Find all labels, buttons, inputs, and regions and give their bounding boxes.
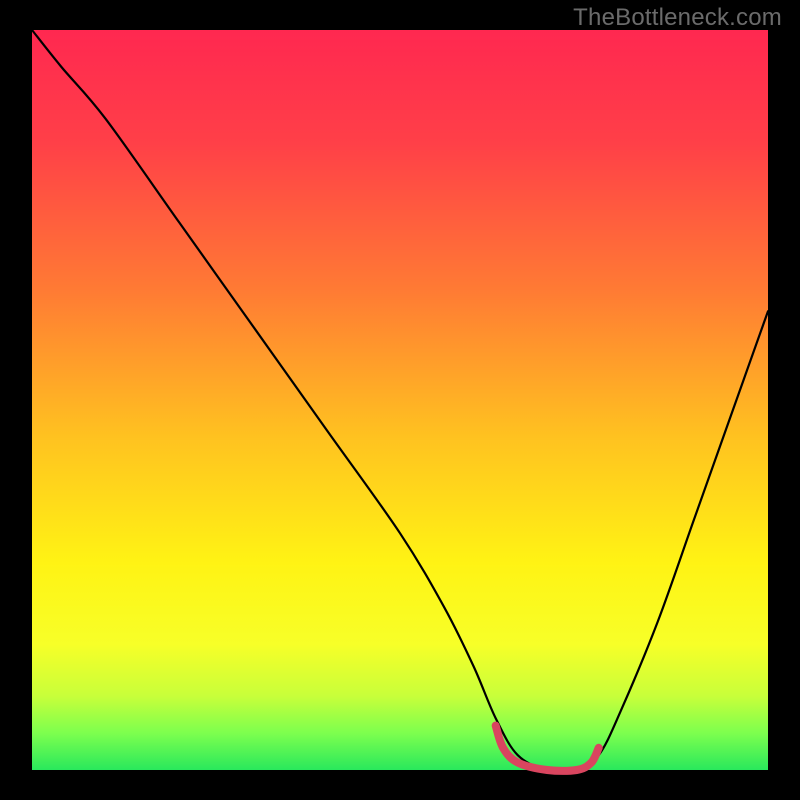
chart-frame: TheBottleneck.com: [0, 0, 800, 800]
watermark-text: TheBottleneck.com: [573, 4, 782, 32]
bottleneck-chart: [0, 0, 800, 800]
gradient-background: [32, 30, 768, 770]
